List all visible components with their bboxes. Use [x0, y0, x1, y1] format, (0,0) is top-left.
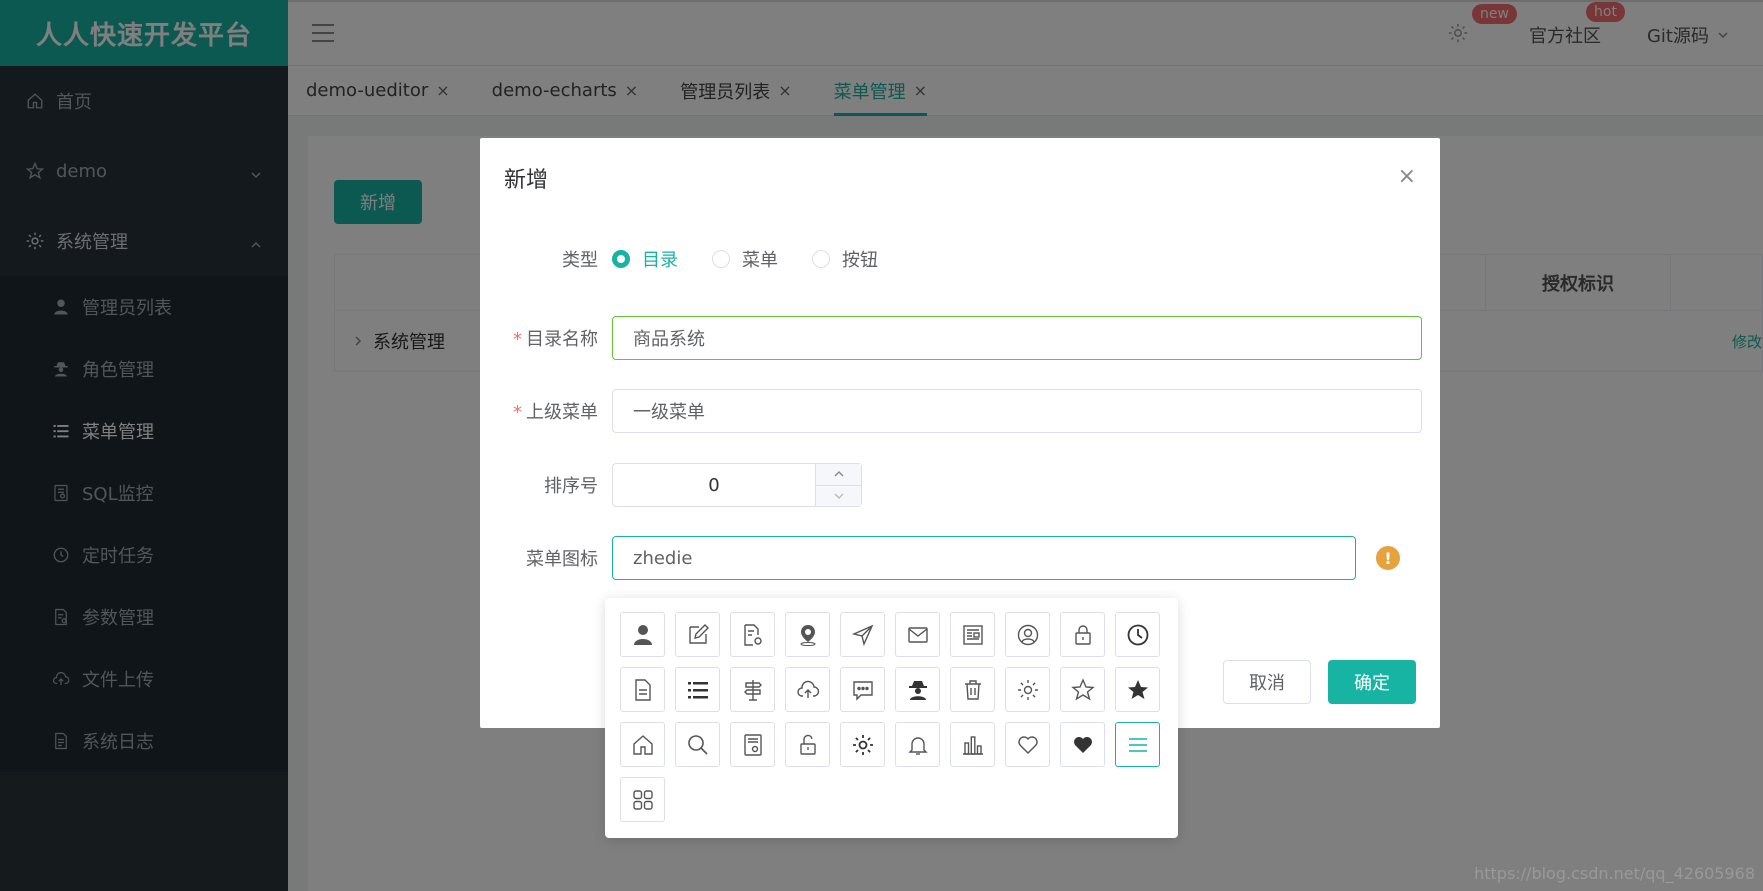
name-row: * 目录名称 商品系统: [500, 316, 1422, 360]
newspaper-icon[interactable]: [950, 612, 995, 657]
bar-chart-icon[interactable]: [950, 722, 995, 767]
spy-icon[interactable]: [895, 667, 940, 712]
name-label: * 目录名称: [513, 329, 598, 350]
lock-icon[interactable]: [1060, 612, 1105, 657]
order-label: 排序号: [544, 476, 598, 497]
icon-input[interactable]: zhedie: [612, 536, 1356, 580]
decrement-button[interactable]: [816, 486, 861, 507]
cloud-upload-icon[interactable]: [785, 667, 830, 712]
bell-icon[interactable]: [895, 722, 940, 767]
close-icon[interactable]: ×: [1398, 164, 1416, 189]
confirm-button[interactable]: 确定: [1328, 660, 1416, 704]
location-icon[interactable]: [785, 612, 830, 657]
type-row: 类型 目录 菜单 按钮: [500, 246, 912, 272]
dialog-title: 新增: [504, 168, 549, 193]
warning-icon[interactable]: !: [1376, 546, 1400, 570]
cancel-button[interactable]: 取消: [1223, 660, 1311, 704]
trash-icon[interactable]: [950, 667, 995, 712]
star-outline-icon[interactable]: [1060, 667, 1105, 712]
signpost-icon[interactable]: [730, 667, 775, 712]
edit-icon[interactable]: [675, 612, 720, 657]
name-input[interactable]: 商品系统: [612, 316, 1422, 360]
order-value[interactable]: 0: [613, 464, 815, 506]
menu-icon[interactable]: [1115, 722, 1160, 767]
stepper-controls: [815, 464, 861, 506]
parent-row: * 上级菜单 一级菜单: [500, 389, 1422, 433]
heart-filled-icon[interactable]: [1060, 722, 1105, 767]
clock-icon[interactable]: [1115, 612, 1160, 657]
user-icon[interactable]: [620, 612, 665, 657]
icon-picker-popover: [605, 598, 1178, 838]
mail-icon[interactable]: [895, 612, 940, 657]
watermark: https://blog.csdn.net/qq_42605968: [1474, 864, 1755, 883]
search-icon[interactable]: [675, 722, 720, 767]
grid-icon[interactable]: [620, 777, 665, 822]
radio-button[interactable]: 按钮: [812, 246, 878, 272]
icon-label: 菜单图标: [526, 549, 598, 570]
unlock-icon[interactable]: [785, 722, 830, 767]
parent-label: * 上级菜单: [513, 402, 598, 423]
type-label: 类型: [562, 250, 598, 271]
gear-alt-icon[interactable]: [840, 722, 885, 767]
order-stepper[interactable]: 0: [612, 463, 862, 507]
radio-menu[interactable]: 菜单: [712, 246, 778, 272]
star-filled-icon[interactable]: [1115, 667, 1160, 712]
radio-directory[interactable]: 目录: [612, 246, 678, 272]
list-icon[interactable]: [675, 667, 720, 712]
icon-row: 菜单图标 zhedie !: [500, 536, 1400, 580]
user-circle-icon[interactable]: [1005, 612, 1050, 657]
order-row: 排序号 0: [500, 463, 862, 507]
sql-icon[interactable]: [730, 722, 775, 767]
document-settings-icon[interactable]: [730, 612, 775, 657]
gear-icon[interactable]: [1005, 667, 1050, 712]
document-icon[interactable]: [620, 667, 665, 712]
increment-button[interactable]: [816, 464, 861, 486]
parent-menu-input[interactable]: 一级菜单: [612, 389, 1422, 433]
heart-outline-icon[interactable]: [1005, 722, 1050, 767]
icon-grid: [620, 612, 1163, 822]
chat-icon[interactable]: [840, 667, 885, 712]
home-icon[interactable]: [620, 722, 665, 767]
send-icon[interactable]: [840, 612, 885, 657]
